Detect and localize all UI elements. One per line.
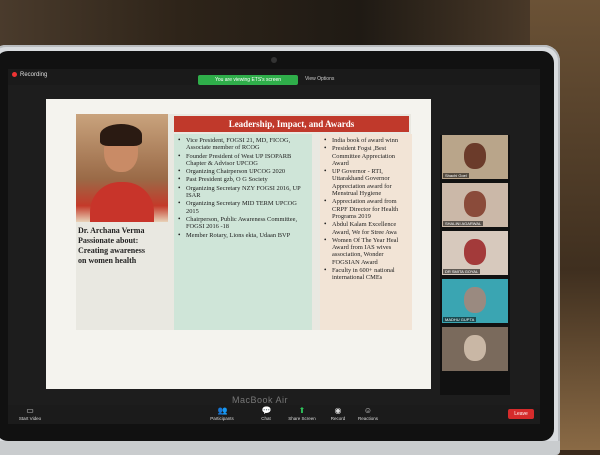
participant-tile[interactable] xyxy=(442,327,508,371)
photo-sari xyxy=(90,182,154,222)
list-item: Member Rotary, Lions ekta, Udaan BVP xyxy=(178,232,310,240)
chat-button[interactable]: 💬 Chat xyxy=(248,406,284,422)
shared-slide: Dr. Archana Verma Passionate about: Crea… xyxy=(46,99,431,389)
laptop-chin xyxy=(0,441,560,455)
laptop: Recording You are viewing ETS's screen V… xyxy=(0,45,560,455)
leadership-column: Vice President, FOGSI 21, MD, FICOG, Ass… xyxy=(174,134,312,330)
laptop-brand: MacBook Air xyxy=(231,395,289,405)
participant-tile[interactable]: DR SMITA GOYAL xyxy=(442,231,508,275)
list-item: Organizing Chairperson UPCOG 2020 xyxy=(178,168,310,176)
view-options-button[interactable]: View Options xyxy=(305,76,334,82)
list-item: Chairperson, Public Awareness Committee,… xyxy=(178,216,310,231)
zoom-topbar: Recording You are viewing ETS's screen V… xyxy=(8,69,540,85)
leave-button[interactable]: Leave xyxy=(508,409,534,419)
list-item: Abdul Kalam ExcellenceAward, We for Stre… xyxy=(324,221,410,236)
speaker-name: Dr. Archana Verma xyxy=(78,226,145,235)
video-camera-icon: ▭ xyxy=(26,406,34,415)
share-screen-icon: ⬆ xyxy=(298,406,306,415)
recording-label: Recording xyxy=(20,72,48,79)
participant-video xyxy=(464,143,486,169)
participant-name: SHALINI AGARWAL xyxy=(443,221,484,226)
awards-list: India book of award winnPresident Fogsi … xyxy=(320,134,412,282)
list-item: Vice President, FOGSI 21, MD, FICOG, Ass… xyxy=(178,137,310,152)
list-item: UP Governor - RTI,Uttarakhand GovernorAp… xyxy=(324,168,410,197)
reactions-button[interactable]: ☺ Reactions xyxy=(350,406,386,422)
laptop-bezel: Recording You are viewing ETS's screen V… xyxy=(0,51,554,441)
list-item: Appreciation award fromCRPF Director for… xyxy=(324,198,410,220)
photo-hair xyxy=(100,124,142,146)
zoom-window: Recording You are viewing ETS's screen V… xyxy=(8,69,540,424)
speaker-tagline: on women health xyxy=(78,256,137,265)
awards-column: India book of award winnPresident Fogsi … xyxy=(320,134,412,330)
list-item: Organizing Secretary NZY FOGSI 2016, UP … xyxy=(178,185,310,200)
webcam-icon xyxy=(271,57,277,63)
participant-tile[interactable]: Shachi Goel xyxy=(442,135,508,179)
participant-name: Shachi Goel xyxy=(443,173,469,178)
reactions-icon: ☺ xyxy=(363,406,373,415)
speaker-tagline: Creating awareness xyxy=(78,246,146,255)
start-video-button[interactable]: ▭ Start Video xyxy=(12,406,48,422)
list-item: Organizing Secretary MID TERM UPCOG 2015 xyxy=(178,200,310,215)
list-item: Founder President of West UP ISOPARB Cha… xyxy=(178,153,310,168)
list-item: India book of award winn xyxy=(324,137,410,145)
participant-video xyxy=(464,191,486,217)
participant-video xyxy=(464,287,486,313)
list-item: President Fogsi ,BestCommittee Appreciat… xyxy=(324,145,410,167)
participant-name: DR SMITA GOYAL xyxy=(443,269,481,274)
speaker-tagline: Passionate about: xyxy=(78,236,139,245)
participants-button[interactable]: 👥 Participants xyxy=(204,406,240,422)
leadership-list: Vice President, FOGSI 21, MD, FICOG, Ass… xyxy=(174,134,312,239)
participant-tile[interactable]: MADHU GUPTA xyxy=(442,279,508,323)
list-item: Faculty in 600+ nationalinternational CM… xyxy=(324,267,410,282)
participant-tile[interactable]: SHALINI AGARWAL xyxy=(442,183,508,227)
speaker-name-block: Dr. Archana Verma Passionate about: Crea… xyxy=(78,226,168,266)
list-item: Past President gzb, O G Society xyxy=(178,176,310,184)
participants-icon: 👥 xyxy=(217,406,228,415)
participant-video xyxy=(464,239,486,265)
screen-share-notice: You are viewing ETS's screen xyxy=(198,75,298,85)
list-item: Women Of The Year HealAward from IAS wiv… xyxy=(324,237,410,266)
participant-gallery: Shachi Goel SHALINI AGARWAL DR SMITA GOY… xyxy=(440,135,510,395)
participant-name: MADHU GUPTA xyxy=(443,317,477,322)
chat-icon: 💬 xyxy=(261,406,272,415)
share-screen-button[interactable]: ⬆ Share Screen xyxy=(284,406,320,422)
zoom-toolbar: ▭ Start Video 👥 Participants 💬 Chat ⬆ Share … xyxy=(8,405,540,424)
record-dot-icon xyxy=(12,72,17,77)
record-icon: ◉ xyxy=(334,406,342,415)
slide-heading: Leadership, Impact, and Awards xyxy=(174,116,409,132)
speaker-photo xyxy=(76,114,168,222)
slide-content: Dr. Archana Verma Passionate about: Crea… xyxy=(76,114,412,330)
recording-indicator: Recording xyxy=(12,72,47,78)
participant-video xyxy=(464,335,486,361)
